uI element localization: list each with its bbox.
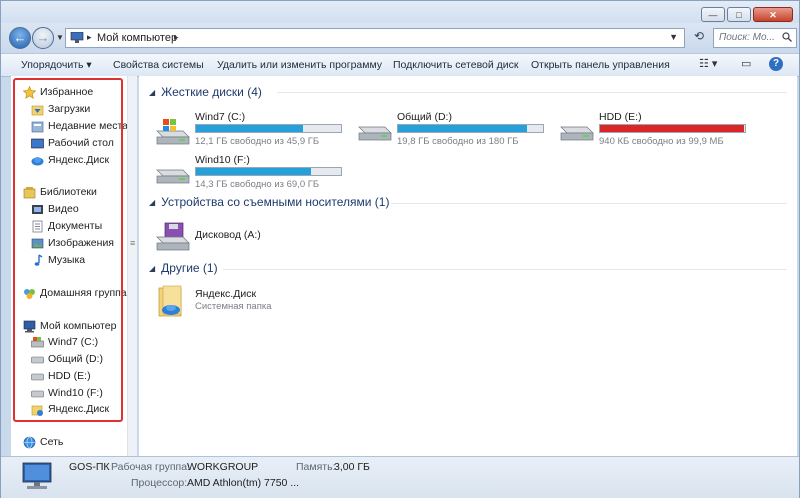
drive-name: Общий (D:) [397,111,452,123]
breadcrumb-my-computer[interactable]: Мой компьютер [97,32,177,44]
address-bar[interactable]: ▸ Мой компьютер ▸ ▼ [65,28,685,48]
hard-drive-icon [156,169,190,184]
system-properties-button[interactable]: Свойства системы [113,59,204,71]
forward-arrow-icon[interactable]: → [32,27,54,49]
drive-free-space: 940 КБ свободно из 99,9 МБ [599,136,724,147]
drive-usage-fill [196,168,311,175]
section-title: Другие (1) [161,261,218,275]
uninstall-program-button[interactable]: Удалить или изменить программу [217,59,382,71]
drive-free-space: 19,8 ГБ свободно из 180 ГБ [397,136,519,147]
drive-usage-fill [196,125,304,132]
yandex-folder-icon [158,285,182,317]
computer-icon [70,32,84,43]
close-button[interactable]: ✕ [753,7,793,22]
yandex-disk-item[interactable]: Яндекс.Диск Системная папка [153,282,353,322]
drive-name: HDD (E:) [599,111,642,123]
section-hard-drives[interactable]: ◢ Жесткие диски (4) [149,84,262,100]
cpu-label: Процессор: [131,477,188,489]
address-dropdown-icon[interactable]: ▼ [669,32,678,42]
section-title: Устройства со съемными носителями (1) [161,195,390,209]
memory-label: Память: [296,461,336,473]
drive-free-space: 14,3 ГБ свободно из 69,0 ГБ [195,179,320,190]
drive-usage-bar [599,124,746,133]
drive-name: Wind10 (F:) [195,154,250,166]
drive-c[interactable]: Wind7 (C:) 12,1 ГБ свободно из 45,9 ГБ [153,111,353,151]
search-input[interactable]: Поиск: Мо... [713,28,797,48]
workgroup-label: Рабочая группа: [111,461,190,473]
highlight-frame [13,78,123,422]
memory-value: 3,00 ГБ [334,461,370,473]
hard-drive-icon [358,126,392,141]
workgroup-value: WORKGROUP [187,461,259,473]
preview-pane-icon[interactable]: ▭ [741,57,751,70]
help-icon[interactable]: ? [769,57,783,71]
collapse-triangle-icon[interactable]: ◢ [149,198,155,207]
collapse-triangle-icon[interactable]: ◢ [149,264,155,273]
cpu-value: AMD Athlon(tm) 7750 ... [187,477,300,489]
view-options-icon[interactable]: ☷ ▾ [699,57,717,70]
section-divider [391,203,787,204]
scroll-grip-icon[interactable]: ≡ [130,238,135,248]
item-name: Яндекс.Диск [195,288,257,300]
open-control-panel-button[interactable]: Открыть панель управления [531,59,670,71]
section-other[interactable]: ◢ Другие (1) [149,260,218,276]
search-placeholder: Поиск: Мо... [719,32,775,43]
floppy-drive-a[interactable]: Дисковод (A:) [153,219,353,259]
pc-name: GOS-ПК [69,461,110,473]
computer-icon [22,462,52,489]
search-icon [782,32,792,42]
nav-network[interactable]: Сеть [23,434,63,450]
drive-name: Wind7 (C:) [195,111,246,123]
drive-usage-bar [195,167,342,176]
floppy-drive-icon [156,222,190,251]
section-divider [223,269,787,270]
drive-e[interactable]: HDD (E:) 940 КБ свободно из 99,9 МБ [557,111,757,151]
section-removable[interactable]: ◢ Устройства со съемными носителями (1) [149,194,389,210]
command-bar: Упорядочить ▾ Свойства системы Удалить и… [1,53,799,77]
drive-d[interactable]: Общий (D:) 19,8 ГБ свободно из 180 ГБ [355,111,555,151]
section-divider [277,92,787,93]
history-dropdown-icon[interactable]: ▼ [56,33,64,42]
drive-usage-fill [398,125,528,132]
system-drive-icon [156,119,190,145]
content-pane: ◢ Жесткие диски (4) Wind7 (C:) 12,1 ГБ с… [139,76,797,456]
navigation-scrollbar[interactable]: ≡ [127,76,137,456]
drive-usage-bar [195,124,342,133]
drive-name: Дисковод (A:) [195,229,261,241]
network-icon [23,436,36,449]
organize-button[interactable]: Упорядочить ▾ [21,59,92,71]
map-network-drive-button[interactable]: Подключить сетевой диск [393,59,519,71]
section-title: Жесткие диски (4) [161,85,262,99]
breadcrumb-chevron-icon[interactable]: ▸ [174,32,179,43]
drive-usage-bar [397,124,544,133]
drive-usage-fill [600,125,744,132]
collapse-triangle-icon[interactable]: ◢ [149,88,155,97]
explorer-window: — □ ✕ ← → ▼ ▸ Мой компьютер ▸ ▼ ⟲ Поиск:… [0,0,800,498]
hard-drive-icon [560,126,594,141]
breadcrumb-separator-icon[interactable]: ▸ [87,32,92,43]
item-type: Системная папка [195,301,272,312]
details-pane: GOS-ПК Рабочая группа: WORKGROUP Память:… [1,456,799,498]
maximize-button[interactable]: □ [727,7,751,22]
minimize-button[interactable]: — [701,7,725,22]
back-arrow-icon[interactable]: ← [9,27,31,49]
drive-f[interactable]: Wind10 (F:) 14,3 ГБ свободно из 69,0 ГБ [153,154,353,194]
refresh-icon[interactable]: ⟲ [689,29,709,47]
nav-label: Сеть [40,436,64,448]
drive-free-space: 12,1 ГБ свободно из 45,9 ГБ [195,136,320,147]
